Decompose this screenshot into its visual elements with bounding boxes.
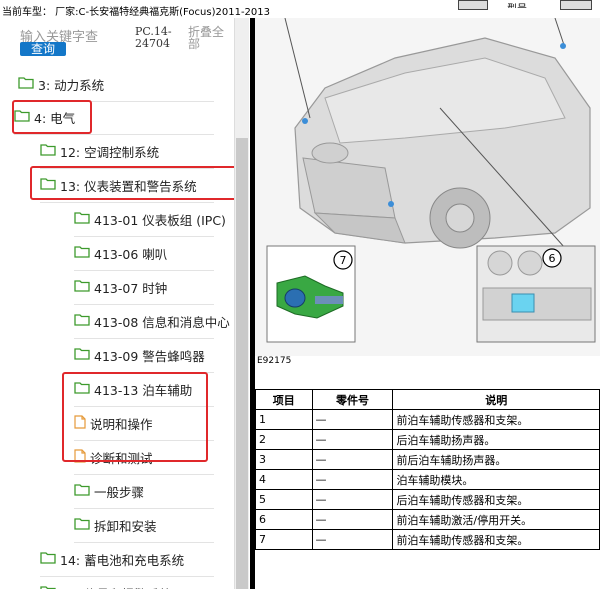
tree-item[interactable]: 413-07 时钟 bbox=[74, 277, 167, 297]
table-cell: — bbox=[311, 469, 394, 490]
table-cell: 3 bbox=[255, 449, 313, 470]
tree-item-label: 413-07 时钟 bbox=[94, 280, 168, 296]
table-cell: — bbox=[311, 449, 394, 470]
tree-item-label: 413-09 警告蜂鸣器 bbox=[94, 348, 205, 364]
car-model-label: 当前车型： 厂家:C-长安福特经典福克斯(Focus)2011-2013 bbox=[2, 7, 271, 18]
tree-separator bbox=[74, 474, 214, 475]
tree-item[interactable]: 15: 信号和报警系统 bbox=[40, 583, 172, 589]
tree-separator bbox=[14, 134, 214, 135]
tree-separator bbox=[74, 304, 214, 305]
table-cell: 前泊车辅助传感器和支架。 bbox=[392, 529, 600, 550]
table-cell: — bbox=[311, 489, 394, 510]
top-bar: 当前车型： 厂家:C-长安福特经典福克斯(Focus)2011-2013 型号 bbox=[0, 0, 600, 18]
toolbar-button-2[interactable] bbox=[560, 0, 592, 10]
table-header: 说明 bbox=[392, 389, 600, 410]
callout-7: 7 bbox=[340, 254, 347, 267]
table-row: 5— 后泊车辅助传感器和支架。 bbox=[255, 489, 600, 510]
tree-separator bbox=[74, 270, 214, 271]
tree-item-label: 15: 信号和报警系统 bbox=[60, 584, 172, 589]
parking-aid-figure: 7 6 bbox=[255, 18, 600, 356]
table-cell: 前泊车辅助激活/停用开关。 bbox=[392, 509, 600, 530]
table-row: 4— 泊车辅助模块。 bbox=[255, 469, 600, 490]
parts-table: 项目 零件号 说明 1— 前泊车辅助传感器和支架。 2— 后泊车辅助扬声器。 3— 前后泊车辅… bbox=[255, 389, 600, 550]
folder-icon bbox=[40, 551, 56, 567]
table-cell: — bbox=[311, 429, 394, 450]
table-cell: 5 bbox=[255, 489, 313, 510]
table-cell: 前后泊车辅助扬声器。 bbox=[392, 449, 600, 470]
tree-separator bbox=[74, 338, 214, 339]
tree-item[interactable]: 413-06 喇叭 bbox=[74, 243, 167, 263]
tree-item-label: 413-08 信息和消息中心 bbox=[94, 314, 230, 330]
folder-icon bbox=[40, 143, 56, 159]
tree-item[interactable]: 3: 动力系统 bbox=[18, 74, 104, 94]
folder-icon bbox=[18, 76, 34, 92]
table-cell: 前泊车辅助传感器和支架。 bbox=[392, 409, 600, 430]
scrollbar-thumb[interactable] bbox=[236, 138, 248, 589]
table-row: 7— 前泊车辅助传感器和支架。 bbox=[255, 529, 600, 550]
tree-item-label: 413-01 仪表板组 (IPC) bbox=[94, 212, 226, 228]
tree-panel: 输入关键字查 查询 PC.14-24704 折叠全部 3: 动力系统 4: 电气 1… bbox=[0, 18, 234, 589]
folder-icon bbox=[74, 517, 90, 533]
content-panel: 7 6 E92175 项目 零件号 说明 1— 前泊车辅助传感器和支架。 2— 后泊车辅助… bbox=[255, 18, 600, 589]
highlight-box bbox=[30, 166, 234, 200]
tree-item-label: 一般步骤 bbox=[94, 484, 145, 500]
tree-item-label: 12: 空调控制系统 bbox=[60, 144, 160, 160]
folder-icon bbox=[74, 245, 90, 261]
folder-icon bbox=[74, 313, 90, 329]
table-row: 2— 后泊车辅助扬声器。 bbox=[255, 429, 600, 450]
folder-icon bbox=[40, 585, 56, 589]
table-cell: 后泊车辅助传感器和支架。 bbox=[392, 489, 600, 510]
tree-separator bbox=[74, 542, 214, 543]
table-header: 零件号 bbox=[311, 389, 394, 410]
tree-scrollbar[interactable] bbox=[234, 18, 249, 589]
collapse-all-button[interactable]: 折叠全部 bbox=[188, 26, 228, 50]
pc-code: PC.14-24704 bbox=[135, 25, 172, 50]
tree-item[interactable]: 12: 空调控制系统 bbox=[40, 141, 159, 161]
figure-code: E92175 bbox=[257, 356, 292, 366]
highlight-box bbox=[12, 100, 92, 134]
table-cell: 后泊车辅助扬声器。 bbox=[392, 429, 600, 450]
folder-icon bbox=[74, 483, 90, 499]
search-button[interactable]: 查询 bbox=[20, 42, 66, 56]
table-cell: — bbox=[311, 509, 394, 530]
table-cell: 泊车辅助模块。 bbox=[392, 469, 600, 490]
tree-item-label: 14: 蓄电池和充电系统 bbox=[60, 552, 185, 568]
tree-item[interactable]: 413-09 警告蜂鸣器 bbox=[74, 345, 205, 365]
tree-item[interactable]: 拆卸和安装 bbox=[74, 515, 157, 535]
table-row: 1— 前泊车辅助传感器和支架。 bbox=[255, 409, 600, 430]
table-cell: 1 bbox=[255, 409, 313, 430]
folder-icon bbox=[74, 211, 90, 227]
tree-separator bbox=[74, 236, 214, 237]
table-cell: — bbox=[311, 529, 394, 550]
tree-item[interactable]: 413-08 信息和消息中心 bbox=[74, 311, 230, 331]
tree-separator bbox=[40, 202, 214, 203]
table-cell: 4 bbox=[255, 469, 313, 490]
car-illustration: 7 6 bbox=[255, 18, 600, 356]
toolbar-button-1[interactable] bbox=[458, 0, 488, 10]
tree-item[interactable]: 一般步骤 bbox=[74, 481, 144, 501]
folder-icon bbox=[74, 279, 90, 295]
folder-icon bbox=[74, 347, 90, 363]
table-cell: 2 bbox=[255, 429, 313, 450]
highlight-box bbox=[62, 372, 208, 462]
toolbar-label: 型号 bbox=[507, 0, 527, 8]
table-cell: 7 bbox=[255, 529, 313, 550]
callout-6: 6 bbox=[549, 252, 556, 265]
table-header: 项目 bbox=[255, 389, 313, 410]
table-row: 6— 前泊车辅助激活/停用开关。 bbox=[255, 509, 600, 530]
table-row: 3— 前后泊车辅助扬声器。 bbox=[255, 449, 600, 470]
table-cell: — bbox=[311, 409, 394, 430]
tree-item-label: 拆卸和安装 bbox=[94, 518, 157, 534]
tree-item[interactable]: 413-01 仪表板组 (IPC) bbox=[74, 209, 226, 229]
tree-item-label: 3: 动力系统 bbox=[38, 77, 105, 93]
tree-separator bbox=[40, 576, 214, 577]
table-cell: 6 bbox=[255, 509, 313, 530]
tree-separator bbox=[74, 508, 214, 509]
tree-item-label: 413-06 喇叭 bbox=[94, 246, 168, 262]
tree-item[interactable]: 14: 蓄电池和充电系统 bbox=[40, 549, 184, 569]
